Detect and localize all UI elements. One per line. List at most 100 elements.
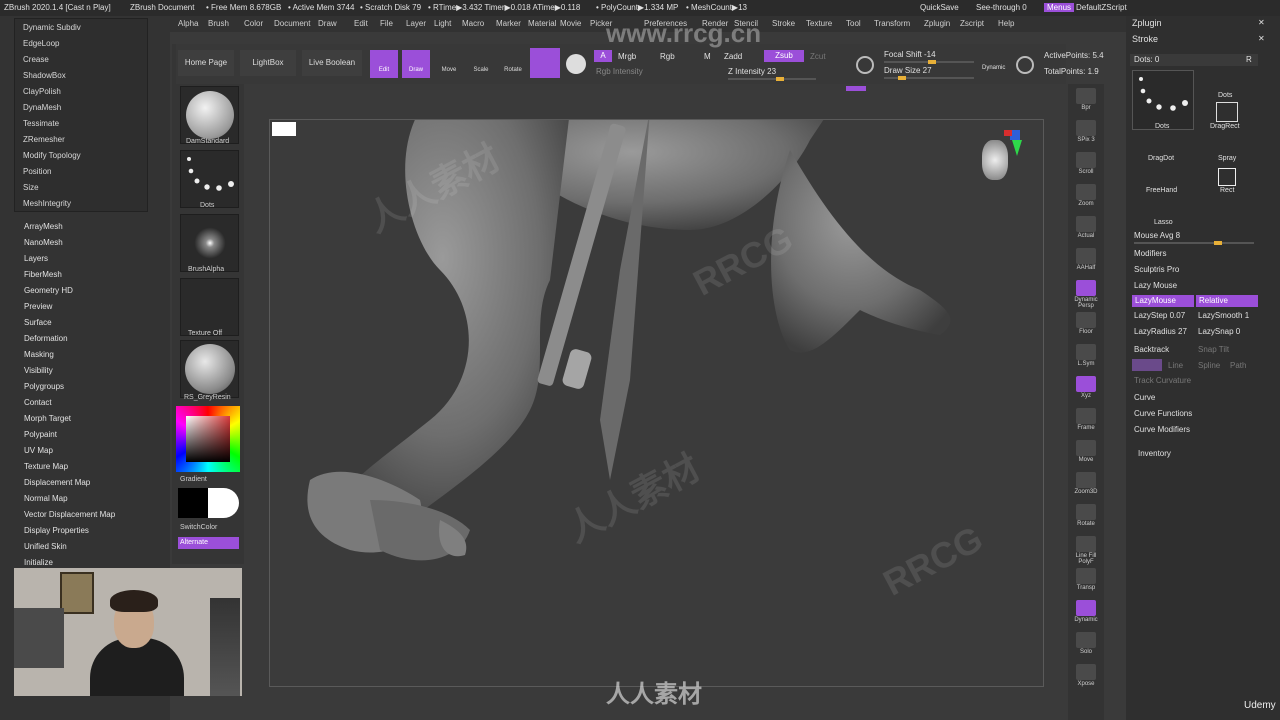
- focal-shift-track[interactable]: [884, 60, 974, 64]
- backtrack-toggle[interactable]: [1132, 359, 1162, 371]
- right-tool-line-fill-polyf[interactable]: Line Fill PolyF: [1072, 536, 1100, 565]
- alternate-button[interactable]: Alternate: [178, 537, 239, 549]
- tool-item-deformation[interactable]: Deformation: [24, 334, 68, 343]
- draw-size-track[interactable]: [884, 76, 974, 80]
- lazysmooth-slider[interactable]: LazySmooth 1: [1198, 311, 1249, 320]
- right-tool-rotate[interactable]: Rotate: [1072, 504, 1100, 527]
- mouse-avg-slider[interactable]: Mouse Avg 8: [1134, 231, 1180, 240]
- color-picker[interactable]: [176, 406, 240, 472]
- menu-light[interactable]: Light: [434, 19, 451, 28]
- right-tool-solo[interactable]: Solo: [1072, 632, 1100, 655]
- default-zscript-button[interactable]: DefaultZScript: [1076, 3, 1127, 12]
- subpalette-item-edgeloop[interactable]: EdgeLoop: [23, 39, 59, 48]
- tool-item-polygroups[interactable]: Polygroups: [24, 382, 64, 391]
- texture-thumbnail[interactable]: [180, 278, 239, 336]
- lightbox-button[interactable]: LightBox: [240, 50, 296, 76]
- r-button[interactable]: R: [1246, 55, 1252, 64]
- spline-button[interactable]: Spline: [1198, 361, 1220, 370]
- menu-alpha[interactable]: Alpha: [178, 19, 198, 28]
- menu-layer[interactable]: Layer: [406, 19, 426, 28]
- tool-item-preview[interactable]: Preview: [24, 302, 52, 311]
- subpalette-item-position[interactable]: Position: [23, 167, 51, 176]
- lazymouse-button[interactable]: LazyMouse: [1132, 295, 1194, 307]
- secondary-color-swatch[interactable]: [208, 488, 239, 518]
- menu-marker[interactable]: Marker: [496, 19, 521, 28]
- tool-item-display-properties[interactable]: Display Properties: [24, 526, 89, 535]
- z-intensity-slider[interactable]: Z Intensity 23: [728, 67, 776, 76]
- navigation-gizmo[interactable]: [982, 130, 1022, 190]
- alpha-thumbnail[interactable]: [180, 214, 239, 272]
- tool-item-morph-target[interactable]: Morph Target: [24, 414, 71, 423]
- brush-thumbnail[interactable]: [180, 86, 239, 144]
- edit-button[interactable]: Edit: [370, 50, 398, 78]
- tool-item-geometry-hd[interactable]: Geometry HD: [24, 286, 73, 295]
- a-button[interactable]: A: [594, 50, 612, 62]
- right-tool-spix-3[interactable]: SPix 3: [1072, 120, 1100, 143]
- canvas-mode-button[interactable]: [272, 122, 296, 136]
- curve-functions-header[interactable]: Curve Functions: [1134, 409, 1192, 418]
- right-tool-l-sym[interactable]: L.Sym: [1072, 344, 1100, 367]
- menu-movie[interactable]: Movie: [560, 19, 581, 28]
- menu-zplugin[interactable]: Zplugin: [924, 19, 950, 28]
- close-icon[interactable]: ✕: [1258, 34, 1265, 43]
- stroke-spray-label[interactable]: Spray: [1218, 155, 1236, 162]
- right-tool-dynamic-persp[interactable]: Dynamic Persp: [1072, 280, 1100, 309]
- snap-tilt-button[interactable]: Snap Tilt: [1198, 345, 1229, 354]
- track-curvature-slider[interactable]: Track Curvature: [1134, 376, 1191, 385]
- menu-material[interactable]: Material: [528, 19, 556, 28]
- draw-size-slider[interactable]: Draw Size 27: [884, 66, 932, 75]
- lazy-mouse-header[interactable]: Lazy Mouse: [1134, 281, 1177, 290]
- relative-button[interactable]: Relative: [1196, 295, 1258, 307]
- menu-document[interactable]: Document: [274, 19, 310, 28]
- tool-item-normal-map[interactable]: Normal Map: [24, 494, 68, 503]
- inventory-header[interactable]: Inventory: [1138, 449, 1171, 458]
- right-tool-zoom3d[interactable]: Zoom3D: [1072, 472, 1100, 495]
- scale-button[interactable]: Scale: [468, 50, 494, 78]
- mouse-avg-track[interactable]: [1134, 241, 1254, 245]
- rect-stroke-icon[interactable]: [1218, 168, 1236, 186]
- subpalette-item-dynamesh[interactable]: DynaMesh: [23, 103, 61, 112]
- right-tool-transp[interactable]: Transp: [1072, 568, 1100, 591]
- tool-item-polypaint[interactable]: Polypaint: [24, 430, 57, 439]
- stroke-dots-large[interactable]: Dots: [1132, 70, 1194, 130]
- draw-button[interactable]: Draw: [402, 50, 430, 78]
- zplugin-header[interactable]: Zplugin: [1132, 18, 1162, 28]
- rgb-button[interactable]: Rgb: [660, 52, 675, 61]
- modifiers-header[interactable]: Modifiers: [1134, 249, 1166, 258]
- tool-item-fibermesh[interactable]: FiberMesh: [24, 270, 62, 279]
- mrgb-button[interactable]: Mrgb: [618, 52, 636, 61]
- switch-color-button[interactable]: SwitchColor: [180, 524, 217, 531]
- right-tool-xpose[interactable]: Xpose: [1072, 664, 1100, 687]
- stroke-thumbnail[interactable]: [180, 150, 239, 208]
- menu-tool[interactable]: Tool: [846, 19, 861, 28]
- polyf-icon[interactable]: [566, 54, 586, 74]
- right-tool-floor[interactable]: Floor: [1072, 312, 1100, 335]
- lazyradius-slider[interactable]: LazyRadius 27: [1134, 327, 1187, 336]
- stroke-rect-label[interactable]: Rect: [1220, 187, 1234, 194]
- stroke-dots-label[interactable]: Dots: [1218, 92, 1232, 99]
- lazysnap-slider[interactable]: LazySnap 0: [1198, 327, 1240, 336]
- tool-item-texture-map[interactable]: Texture Map: [24, 462, 68, 471]
- z-intensity-track[interactable]: [728, 77, 816, 81]
- tool-item-vector-displacement-map[interactable]: Vector Displacement Map: [24, 510, 115, 519]
- tool-item-unified-skin[interactable]: Unified Skin: [24, 542, 67, 551]
- sculptris-pro-header[interactable]: Sculptris Pro: [1134, 265, 1179, 274]
- subpalette-item-crease[interactable]: Crease: [23, 55, 49, 64]
- dynamic-button[interactable]: Dynamic: [982, 65, 1005, 71]
- pin-icon[interactable]: ✕: [1258, 18, 1265, 27]
- menus-button[interactable]: Menus: [1044, 3, 1075, 12]
- right-tool-frame[interactable]: Frame: [1072, 408, 1100, 431]
- menu-stroke[interactable]: Stroke: [772, 19, 795, 28]
- right-tool-zoom[interactable]: Zoom: [1072, 184, 1100, 207]
- menu-color[interactable]: Color: [244, 19, 263, 28]
- material-thumbnail[interactable]: [180, 340, 239, 398]
- m-button[interactable]: M: [704, 52, 711, 61]
- menu-transform[interactable]: Transform: [874, 19, 910, 28]
- subpalette-item-shadowbox[interactable]: ShadowBox: [23, 71, 66, 80]
- stroke-lasso-label[interactable]: Lasso: [1154, 219, 1173, 226]
- rotate-button[interactable]: Rotate: [500, 50, 526, 78]
- stroke-freehand-label[interactable]: FreeHand: [1146, 187, 1177, 194]
- menu-texture[interactable]: Texture: [806, 19, 832, 28]
- live-boolean-button[interactable]: Live Boolean: [302, 50, 362, 76]
- menu-edit[interactable]: Edit: [354, 19, 368, 28]
